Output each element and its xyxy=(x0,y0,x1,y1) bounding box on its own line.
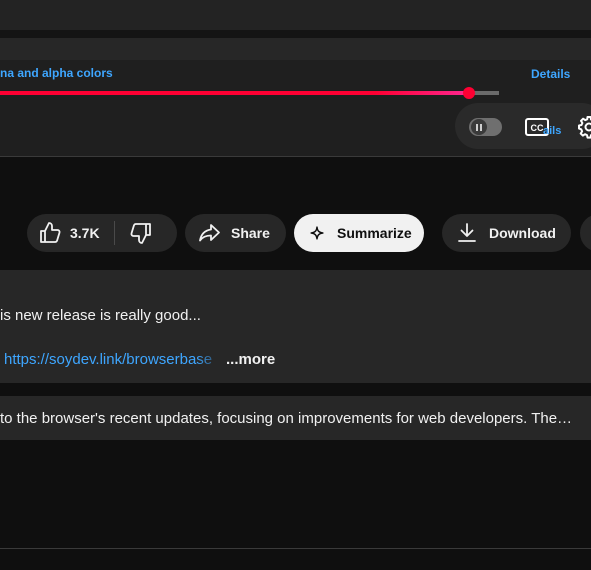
summarize-label: Summarize xyxy=(337,225,412,241)
like-button[interactable]: 3.7K xyxy=(27,214,114,252)
details-link[interactable]: Details xyxy=(531,67,570,81)
description-text: is new release is really good... xyxy=(0,307,201,324)
show-more-button[interactable]: ...more xyxy=(226,351,275,368)
progress-bar-fill xyxy=(0,91,469,95)
chapter-title[interactable]: na and alpha colors xyxy=(0,66,113,80)
summary-text: to the browser's recent updates, focusin… xyxy=(0,410,573,427)
share-button[interactable]: Share xyxy=(185,214,286,252)
thumbs-up-icon xyxy=(40,222,61,243)
like-count: 3.7K xyxy=(70,225,100,241)
description-link[interactable]: https://soydev.link/browserbase xyxy=(4,351,222,368)
player-top-strip xyxy=(0,0,591,30)
scrubber-handle[interactable] xyxy=(463,87,475,99)
player-band xyxy=(0,38,591,60)
player-gap xyxy=(0,30,591,38)
download-button[interactable]: Download xyxy=(442,214,571,252)
share-label: Share xyxy=(231,225,270,241)
pause-icon xyxy=(471,119,487,135)
thumbs-down-icon xyxy=(130,223,151,244)
description-link-fade xyxy=(196,350,224,370)
bottom-divider xyxy=(0,548,591,549)
download-icon xyxy=(458,223,476,242)
more-actions-button[interactable] xyxy=(580,214,591,252)
summarize-button[interactable]: Summarize xyxy=(294,214,424,252)
share-arrow-icon xyxy=(199,224,220,242)
download-label: Download xyxy=(489,225,556,241)
svg-text:CC: CC xyxy=(531,123,544,133)
like-dislike-group: 3.7K xyxy=(27,214,177,252)
sparkle-icon xyxy=(310,226,324,240)
settings-gear-icon[interactable] xyxy=(577,115,591,139)
details-link-overlay[interactable]: ails xyxy=(543,125,561,137)
section-divider xyxy=(0,156,591,157)
dislike-button[interactable] xyxy=(115,214,153,252)
